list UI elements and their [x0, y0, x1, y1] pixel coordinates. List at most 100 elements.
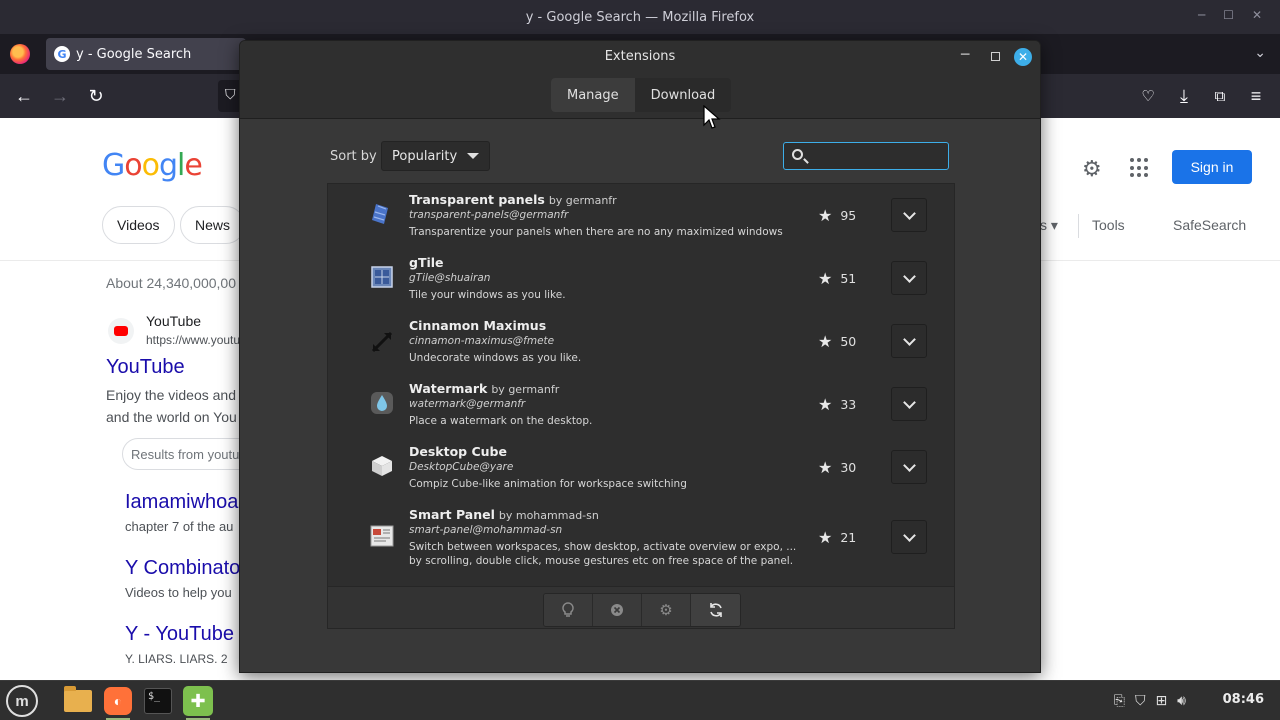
result-link[interactable]: Iamamiwhoa [125, 491, 238, 514]
result-link[interactable]: YouTube [106, 356, 185, 379]
sign-in-button[interactable]: Sign in [1172, 150, 1252, 184]
browser-tab[interactable]: G y - Google Search [46, 38, 246, 70]
result-link[interactable]: Y Combinato [125, 557, 240, 580]
maximus-icon [370, 330, 394, 354]
window-title: y - Google Search — Mozilla Firefox [525, 9, 755, 25]
logo-letter: o [124, 148, 142, 183]
menu-icon[interactable]: ≡ [1244, 84, 1268, 108]
downloads-icon[interactable]: ⤓ [1172, 84, 1196, 108]
extension-rating: ★ 30 [818, 458, 856, 477]
firefox-icon[interactable]: ◐ [102, 685, 134, 720]
smart-panel-icon [370, 524, 394, 548]
extension-description: Compiz Cube-like animation for workspace… [409, 478, 687, 490]
close-icon[interactable]: ✕ [1252, 8, 1262, 22]
extension-author: by germanfr [548, 194, 617, 207]
configure-icon[interactable]: ⚙ [642, 594, 691, 626]
chip-news[interactable]: News [180, 206, 246, 244]
files-icon[interactable] [62, 685, 94, 717]
logo-letter: G [102, 148, 125, 183]
expand-button[interactable] [891, 198, 927, 232]
extensions-icon[interactable]: ⧉ [1208, 84, 1232, 108]
terminal-prompt: $_ [144, 688, 172, 714]
extensions-icon[interactable]: ✚ [182, 685, 214, 720]
star-icon: ★ [818, 269, 833, 288]
extension-title: Watermark [409, 381, 488, 396]
extension-description: Transparentize your panels when there ar… [409, 226, 783, 238]
tools-button[interactable]: Tools [1092, 217, 1125, 233]
reload-icon[interactable]: ↻ [84, 84, 108, 108]
close-icon[interactable]: ✕ [1014, 48, 1032, 66]
settings-gear-icon[interactable]: ⚙ [1082, 156, 1102, 182]
system-tray: ⎘ ⛉ ⊞ 🔊︎ [1114, 692, 1186, 709]
extension-uuid: DesktopCube@yare [409, 461, 514, 473]
list-all-tabs-icon[interactable]: ⌄ [1254, 44, 1266, 61]
youtube-favicon-icon [108, 318, 134, 344]
sort-dropdown[interactable]: Popularity [381, 141, 490, 171]
expand-button[interactable] [891, 324, 927, 358]
logo-letter: o [141, 148, 160, 183]
expand-button[interactable] [891, 387, 927, 421]
firefox-view-icon[interactable] [10, 44, 30, 64]
volume-icon[interactable]: 🔊︎ [1177, 692, 1186, 709]
google-favicon-icon: G [54, 46, 70, 62]
rating-value: 30 [840, 460, 857, 475]
expand-button[interactable] [891, 520, 927, 554]
logo-letter: g [158, 148, 178, 183]
expand-button[interactable] [891, 261, 927, 295]
minimize-icon[interactable]: ─ [1198, 8, 1205, 22]
chevron-down-icon [902, 458, 916, 472]
chevron-down-icon [902, 528, 916, 542]
clipboard-icon[interactable]: ⎘ [1114, 692, 1125, 709]
network-icon[interactable]: ⊞ [1155, 692, 1167, 709]
pocket-icon[interactable]: ♡ [1136, 84, 1160, 108]
clock[interactable]: 08:46 [1223, 692, 1264, 707]
logo-letter: e [184, 148, 202, 183]
minimize-icon[interactable]: ─ [961, 47, 969, 63]
chevron-down-icon [902, 206, 916, 220]
shield-icon[interactable]: ⛉ [225, 86, 236, 103]
sort-label: Sort by [330, 149, 377, 164]
safesearch-button[interactable]: SafeSearch [1173, 217, 1246, 233]
extension-name: Smart Panel by mohammad-sn [409, 507, 599, 522]
result-snippet: Enjoy the videos and [106, 387, 236, 403]
forward-icon[interactable]: → [48, 84, 72, 108]
maximize-icon[interactable]: ☐ [1223, 8, 1234, 22]
chevron-down-icon [467, 153, 479, 159]
search-input[interactable] [783, 142, 949, 170]
rating-value: 33 [840, 397, 857, 412]
terminal-icon[interactable]: $_ [142, 685, 174, 717]
remove-icon[interactable] [593, 594, 642, 626]
back-icon[interactable]: ← [12, 84, 36, 108]
rating-value: 21 [840, 530, 857, 545]
result-link[interactable]: Y - YouTube [125, 623, 234, 646]
extension-title: Transparent panels [409, 192, 545, 207]
star-icon: ★ [818, 458, 833, 477]
maximize-icon[interactable] [991, 52, 1000, 61]
google-logo[interactable]: Google [102, 148, 203, 183]
extension-description: Switch between workspaces, show desktop,… [409, 541, 797, 567]
tab-manage[interactable]: Manage [551, 78, 635, 112]
chip-videos[interactable]: Videos [102, 206, 175, 244]
tools-dropdown-partial[interactable]: s ▾ [1040, 217, 1058, 234]
expand-button[interactable] [891, 450, 927, 484]
refresh-icon[interactable] [691, 594, 740, 626]
extension-rating: ★ 50 [818, 332, 856, 351]
chevron-down-icon [902, 269, 916, 283]
extension-uuid: gTile@shuairan [409, 272, 491, 284]
update-shield-icon[interactable]: ⛉ [1135, 692, 1146, 709]
star-icon: ★ [818, 332, 833, 351]
extension-title: Cinnamon Maximus [409, 318, 547, 333]
extension-name: Cinnamon Maximus [409, 318, 546, 333]
dialog-header: Extensions ─ ✕ Manage Download [240, 41, 1040, 119]
firefox-titlebar: y - Google Search — Mozilla Firefox ─ ☐ … [0, 0, 1280, 34]
result-snippet: chapter 7 of the au [125, 519, 234, 534]
extension-description: Place a watermark on the desktop. [409, 415, 593, 427]
result-snippet: Y. LIARS. LIARS. 2 [125, 652, 228, 666]
mint-menu-icon[interactable]: m [6, 685, 38, 717]
extension-name: Desktop Cube [409, 444, 507, 459]
extension-author: by mohammad-sn [498, 509, 599, 522]
google-apps-icon[interactable] [1130, 158, 1150, 178]
lightbulb-icon[interactable] [544, 594, 593, 626]
desktop-cube-icon [370, 454, 394, 478]
extensions-list[interactable]: Transparent panels by germanfr transpare… [327, 183, 955, 587]
